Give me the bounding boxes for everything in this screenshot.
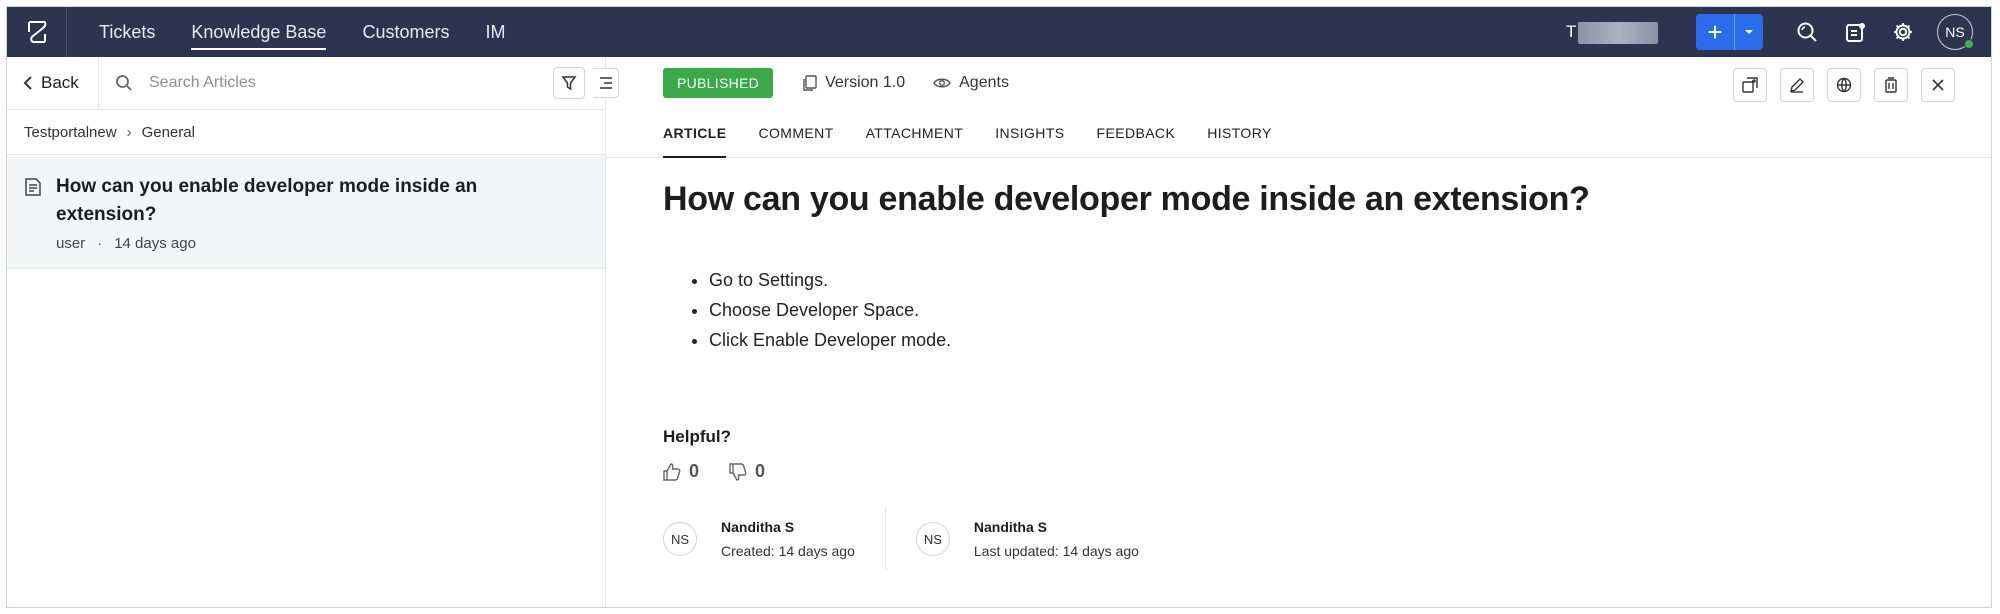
add-copy-icon	[1742, 77, 1758, 93]
article-actions	[1720, 68, 1955, 102]
list-item-meta: user · 14 days ago	[56, 235, 496, 252]
breadcrumb-separator-icon: ›	[126, 123, 132, 141]
tab-insights[interactable]: INSIGHTS	[979, 109, 1080, 157]
globe-icon	[1836, 77, 1852, 93]
author-info: NS Nanditha S Created: 14 days ago NS Na…	[663, 508, 1991, 570]
back-button[interactable]: Back	[7, 57, 99, 109]
notifications-button[interactable]	[1831, 7, 1879, 57]
search-articles-input[interactable]	[147, 73, 411, 93]
breadcrumb: Testportalnew › General	[7, 110, 605, 155]
article-step: Go to Settings.	[709, 265, 1991, 295]
online-status-dot	[1964, 39, 1974, 49]
eye-icon	[933, 78, 951, 88]
version-icon	[803, 75, 817, 91]
list-item-author: user	[56, 235, 86, 252]
breadcrumb-category[interactable]: General	[142, 124, 195, 141]
back-label: Back	[41, 73, 79, 92]
like-button[interactable]: 0	[663, 461, 699, 482]
article-step: Click Enable Developer mode.	[709, 325, 1991, 355]
avatar[interactable]: NS	[663, 522, 697, 556]
version-label: Version 1.0	[825, 74, 906, 91]
left-toolbar: Back	[7, 57, 605, 110]
search-button[interactable]	[1783, 7, 1831, 57]
edit-button[interactable]	[1780, 68, 1814, 102]
notepad-icon	[1846, 23, 1865, 42]
document-icon	[25, 178, 41, 196]
article-detail-panel: PUBLISHED Version 1.0 Agents ARTICLE COM…	[606, 57, 1991, 607]
article-tabs: ARTICLE COMMENT ATTACHMENT INSIGHTS FEED…	[606, 109, 1991, 158]
nav-tickets[interactable]: Tickets	[81, 7, 173, 57]
add-new-dropdown-button[interactable]	[1734, 14, 1763, 50]
user-avatar[interactable]: NS	[1937, 14, 1974, 50]
portal-name: T	[1566, 22, 1577, 41]
thumbs-down-icon	[729, 462, 747, 481]
article-list-panel: Back Testportalnew › General How can you…	[7, 57, 606, 607]
filter-button[interactable]	[553, 67, 585, 99]
breadcrumb-portal[interactable]: Testportalnew	[24, 124, 117, 141]
updated-by: NS Nanditha S Last updated: 14 days ago	[884, 508, 1139, 570]
list-item-title: How can you enable developer mode inside…	[56, 176, 478, 225]
meta-separator: ·	[97, 235, 103, 252]
article-steps: Go to Settings. Choose Developer Space. …	[663, 265, 1991, 355]
visibility-info[interactable]: Agents	[933, 74, 1009, 92]
search-icon	[1797, 22, 1817, 42]
translate-button[interactable]	[1827, 68, 1861, 102]
list-item-time: 14 days ago	[114, 235, 196, 252]
search-icon	[116, 75, 132, 91]
list-item[interactable]: How can you enable developer mode inside…	[7, 155, 605, 269]
vote-section: 0 0	[663, 461, 1991, 482]
new-item-split-button: +	[1696, 14, 1763, 50]
visibility-label: Agents	[959, 74, 1009, 91]
add-new-button[interactable]: +	[1696, 14, 1734, 50]
helpful-heading: Helpful?	[663, 427, 731, 446]
redacted-portal-name	[1578, 22, 1658, 44]
like-count: 0	[689, 461, 700, 481]
nav-customers[interactable]: Customers	[344, 7, 467, 57]
updated-time: Last updated: 14 days ago	[973, 543, 1139, 559]
gear-icon	[1894, 23, 1912, 41]
user-initials: NS	[1945, 24, 1965, 40]
close-button[interactable]	[1921, 68, 1955, 102]
avatar[interactable]: NS	[915, 522, 950, 556]
article-header: PUBLISHED Version 1.0 Agents	[606, 57, 1991, 109]
article-title: How can you enable developer mode inside…	[663, 180, 1590, 218]
settings-button[interactable]	[1879, 7, 1927, 57]
pencil-icon	[1790, 78, 1804, 93]
search-box	[99, 73, 553, 93]
tab-feedback[interactable]: FEEDBACK	[1081, 109, 1192, 157]
creator-name: Nanditha S	[721, 519, 795, 535]
created-time: Created: 14 days ago	[721, 543, 855, 559]
top-navbar: Tickets Knowledge Base Customers IM T +	[7, 7, 1991, 57]
tab-attachment[interactable]: ATTACHMENT	[850, 109, 980, 157]
tab-article[interactable]: ARTICLE	[647, 109, 742, 158]
thumbs-up-icon	[663, 462, 681, 481]
version-info[interactable]: Version 1.0	[803, 74, 905, 92]
dislike-count: 0	[755, 461, 766, 481]
delete-button[interactable]	[1874, 68, 1908, 102]
close-icon	[1932, 79, 1944, 91]
status-badge: PUBLISHED	[663, 68, 774, 98]
clone-button[interactable]	[1733, 68, 1767, 102]
app-window: Tickets Knowledge Base Customers IM T +	[6, 6, 1992, 608]
nav-im[interactable]: IM	[467, 7, 523, 57]
dislike-button[interactable]: 0	[729, 461, 765, 482]
updater-name: Nanditha S	[973, 519, 1047, 535]
nav-knowledge-base[interactable]: Knowledge Base	[173, 7, 344, 57]
chevron-down-icon	[1745, 30, 1753, 34]
trash-icon	[1885, 77, 1897, 93]
tab-comment[interactable]: COMMENT	[742, 109, 849, 157]
chevron-left-icon	[23, 76, 32, 90]
created-by: NS Nanditha S Created: 14 days ago	[663, 508, 855, 570]
article-step: Choose Developer Space.	[709, 295, 1991, 325]
article-content: How can you enable developer mode inside…	[606, 180, 1991, 570]
app-logo-icon[interactable]	[7, 7, 67, 57]
filter-icon	[561, 76, 577, 91]
tab-history[interactable]: HISTORY	[1191, 109, 1288, 157]
portal-switcher[interactable]: T	[1566, 20, 1666, 44]
